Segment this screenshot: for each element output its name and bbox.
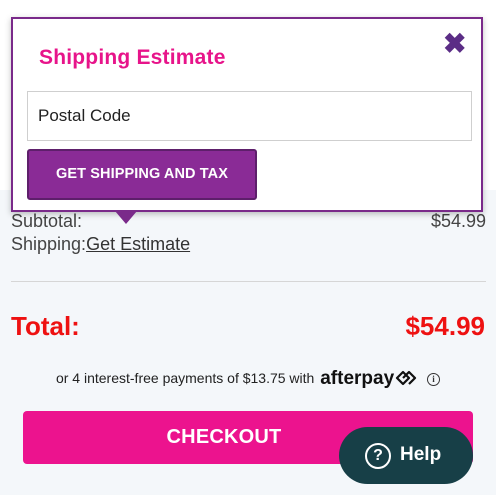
help-button[interactable]: ? Help [339,427,473,484]
subtotal-value: $54.99 [430,211,486,231]
info-icon[interactable]: i [427,373,441,386]
afterpay-text: or 4 interest-free payments of $13.75 wi… [55,370,315,386]
afterpay-arrows-icon [396,370,417,386]
shipping-estimate-popup: Shipping Estimate ✖ GET SHIPPING AND TAX [11,17,483,212]
afterpay-installments: or 4 interest-free payments of $13.75 wi… [0,368,496,390]
shipping-row: Shipping:Get Estimate [11,234,190,255]
shipping-label: Shipping: [11,234,87,254]
postal-code-input[interactable] [27,91,472,141]
subtotal-label: Subtotal: [11,211,83,231]
total-label: Total: [11,311,80,341]
divider [11,281,486,282]
checkout-label: CHECKOUT [166,426,282,448]
total-value: $54.99 [405,311,485,341]
close-icon[interactable]: ✖ [443,30,466,58]
question-icon: ? [365,443,391,469]
help-label: Help [400,444,442,465]
popup-pointer [115,211,137,224]
get-estimate-link[interactable]: Get Estimate [86,234,190,254]
get-shipping-and-tax-button[interactable]: GET SHIPPING AND TAX [27,149,257,200]
popup-title: Shipping Estimate [39,46,226,69]
afterpay-logo: afterpay [320,368,395,389]
